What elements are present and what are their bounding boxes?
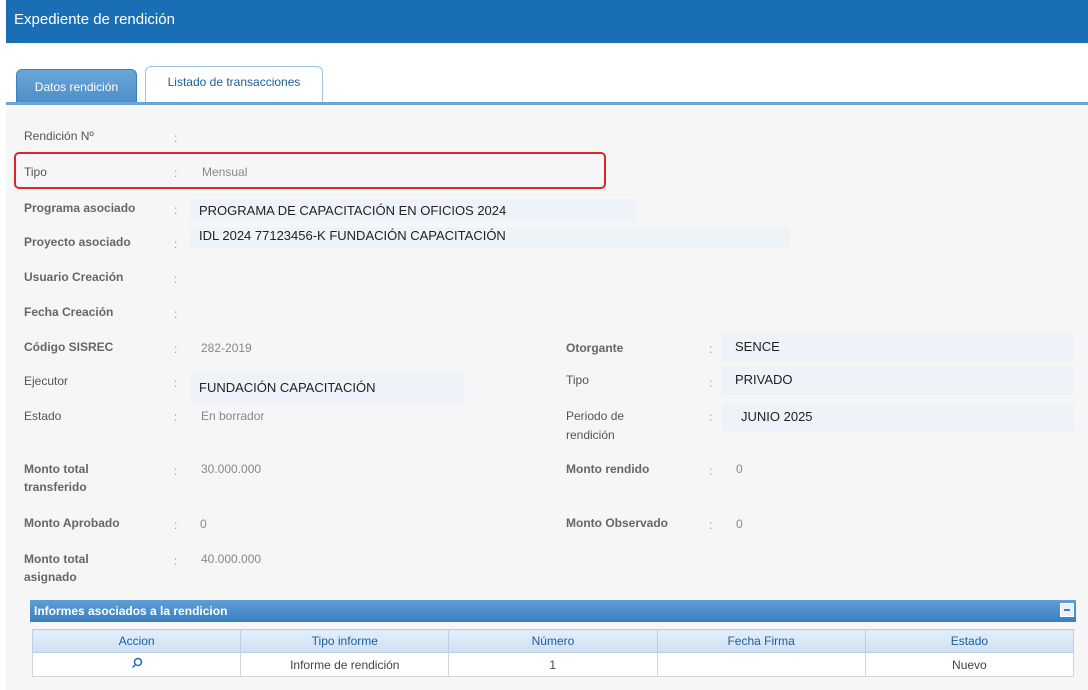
tipo-highlight-box <box>14 152 606 189</box>
programa-label: Programa asociado <box>24 201 136 215</box>
codigo-sisrec-label: Código SISREC <box>24 340 114 354</box>
column-header-tipo-informe[interactable]: Tipo informe <box>240 629 450 653</box>
column-header-fecha-firma[interactable]: Fecha Firma <box>656 629 866 653</box>
colon: : <box>174 518 178 532</box>
tab-strip: Datos rendición Listado de transacciones <box>6 43 1088 103</box>
colon: : <box>709 342 713 356</box>
otorgante-value: SENCE <box>735 339 780 354</box>
colon: : <box>709 410 713 424</box>
estado-label: Estado <box>24 409 62 423</box>
programa-value: PROGRAMA DE CAPACITACIÓN EN OFICIOS 2024 <box>199 203 507 218</box>
proyecto-label: Proyecto asociado <box>24 235 131 249</box>
tab-listado-transacciones[interactable]: Listado de transacciones <box>145 66 323 102</box>
search-icon[interactable] <box>131 657 143 669</box>
monto-aprobado-label: Monto Aprobado <box>24 516 120 530</box>
ejecutor-label: Ejecutor <box>24 374 69 388</box>
column-header-estado[interactable]: Estado <box>864 629 1075 653</box>
monto-aprobado-value: 0 <box>200 517 207 531</box>
numero-cell: 1 <box>448 652 658 677</box>
colon: : <box>174 166 178 180</box>
colon: : <box>174 203 178 217</box>
monto-observado-label: Monto Observado <box>566 516 669 530</box>
colon: : <box>174 342 178 356</box>
window-title-bar: Expediente de rendición <box>6 0 1088 43</box>
estado-value: En borrador <box>201 409 265 423</box>
colon: : <box>174 410 178 424</box>
colon: : <box>174 307 178 321</box>
collapse-icon[interactable] <box>1060 603 1074 617</box>
informes-grid-header: Informes asociados a la rendicion <box>30 600 1076 622</box>
ejecutor-value: FUNDACIÓN CAPACITACIÓN <box>199 380 376 395</box>
rendicion-n-label: Rendición Nº <box>24 129 94 143</box>
periodo-label-line1: Periodo de <box>566 409 625 423</box>
informes-grid-title: Informes asociados a la rendicion <box>34 604 228 618</box>
monto-observado-value: 0 <box>736 517 743 531</box>
periodo-value: JUNIO 2025 <box>741 409 813 424</box>
tipo2-label: Tipo <box>566 373 589 387</box>
colon: : <box>174 554 178 568</box>
column-header-accion[interactable]: Accion <box>31 629 242 653</box>
usuario-creacion-label: Usuario Creación <box>24 270 124 284</box>
colon: : <box>709 518 713 532</box>
monto-transferido-label-line1: Monto total <box>24 462 89 476</box>
colon: : <box>174 131 178 145</box>
monto-transferido-label-line2: transferido <box>24 480 87 494</box>
colon: : <box>174 376 178 390</box>
tab-datos-rendicion[interactable]: Datos rendición <box>16 69 137 103</box>
fecha-firma-cell <box>656 652 866 677</box>
monto-transferido-value: 30.000.000 <box>201 462 262 476</box>
periodo-label-line2: rendición <box>566 428 615 442</box>
codigo-sisrec-value: 282-2019 <box>201 341 252 355</box>
tipo-label: Tipo <box>24 165 47 179</box>
table-row: Informe de rendición 1 Nuevo <box>31 652 1075 677</box>
colon: : <box>174 272 178 286</box>
monto-asignado-value: 40.000.000 <box>201 552 262 566</box>
column-header-numero[interactable]: Número <box>448 629 658 653</box>
tipo2-value: PRIVADO <box>735 372 793 387</box>
monto-rendido-value: 0 <box>736 462 743 476</box>
colon: : <box>709 376 713 390</box>
table-header-row: Accion Tipo informe Número Fecha Firma E… <box>31 629 1075 653</box>
estado-cell: Nuevo <box>864 652 1075 677</box>
fecha-creacion-label: Fecha Creación <box>24 305 114 319</box>
colon: : <box>174 237 178 251</box>
monto-asignado-label-line2: asignado <box>24 570 77 584</box>
accion-cell <box>31 652 242 677</box>
proyecto-value: IDL 2024 77123456-K FUNDACIÓN CAPACITACI… <box>199 228 506 243</box>
monto-asignado-label-line1: Monto total <box>24 552 89 566</box>
tipo-informe-cell: Informe de rendición <box>240 652 450 677</box>
otorgante-label: Otorgante <box>566 341 624 355</box>
tipo-value: Mensual <box>202 165 248 179</box>
colon: : <box>709 464 713 478</box>
colon: : <box>174 464 178 478</box>
informes-table: Accion Tipo informe Número Fecha Firma E… <box>31 629 1075 677</box>
window-title: Expediente de rendición <box>14 11 175 28</box>
monto-rendido-label: Monto rendido <box>566 462 650 476</box>
